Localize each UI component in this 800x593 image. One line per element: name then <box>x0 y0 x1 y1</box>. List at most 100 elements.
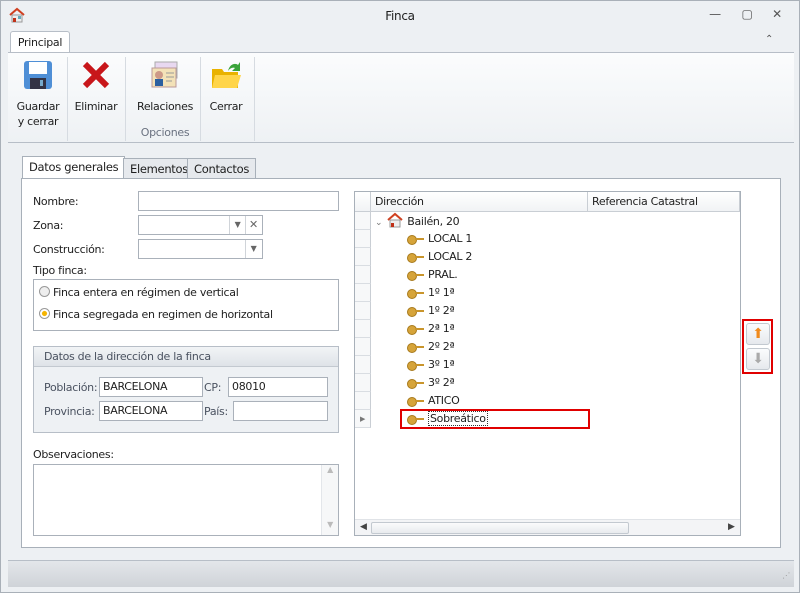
scroll-right-icon[interactable]: ▶ <box>728 522 735 532</box>
grid-corner <box>355 192 371 212</box>
poblacion-label: Población: <box>44 381 98 394</box>
column-header-referencia[interactable]: Referencia Catastral <box>588 192 740 212</box>
node-label: PRAL. <box>428 268 458 281</box>
node-label: LOCAL 1 <box>428 232 473 245</box>
key-icon <box>407 271 425 281</box>
tab-datos-generales[interactable]: Datos generales <box>22 156 126 179</box>
save-icon <box>24 61 52 89</box>
separator <box>200 57 201 141</box>
building-icon <box>387 212 403 228</box>
radio-vertical[interactable]: Finca entera en régimen de vertical <box>39 286 239 299</box>
key-icon <box>407 307 425 317</box>
guardar-y-cerrar-button[interactable]: Guardar y cerrar <box>12 59 64 129</box>
zona-select[interactable]: ▼ ✕ <box>138 215 263 235</box>
scroll-left-icon[interactable]: ◀ <box>360 522 367 532</box>
tree-node-item[interactable]: PRAL. <box>407 266 458 284</box>
separator <box>67 57 68 141</box>
tree-node-item[interactable]: 2º 2ª <box>407 338 455 356</box>
chevron-down-icon[interactable]: ▼ <box>245 240 261 258</box>
resize-grip-icon[interactable]: ⋰ <box>782 571 790 580</box>
clear-icon[interactable]: ✕ <box>245 216 261 234</box>
scrollbar-thumb[interactable] <box>371 522 629 534</box>
pais-input[interactable] <box>233 401 328 421</box>
tree-node-item[interactable]: Sobreático <box>400 409 590 429</box>
textarea-scrollbar[interactable]: ▲ ▼ <box>321 465 338 535</box>
move-down-button[interactable]: ⬇ <box>746 348 770 370</box>
move-up-button[interactable]: ⬆ <box>746 323 770 345</box>
title-bar: Finca — ▢ ✕ <box>1 1 799 31</box>
tree-node-item[interactable]: 2ª 1ª <box>407 320 455 338</box>
arrow-down-icon: ⬇ <box>752 351 764 367</box>
row-indicator[interactable] <box>355 230 371 248</box>
node-label: 3º 2ª <box>428 376 455 389</box>
chevron-down-icon[interactable]: ▼ <box>229 216 245 234</box>
separator <box>254 57 255 141</box>
row-indicator[interactable] <box>355 338 371 356</box>
key-icon <box>407 235 425 245</box>
node-label: LOCAL 2 <box>428 250 473 263</box>
group-label-opciones: Opciones <box>140 126 190 139</box>
node-label: 2ª 1ª <box>428 322 455 335</box>
cp-input[interactable]: 08010 <box>228 377 328 397</box>
tab-contactos[interactable]: Contactos <box>187 158 257 179</box>
key-icon <box>407 253 425 263</box>
separator <box>125 57 126 141</box>
tree-node-item[interactable]: LOCAL 2 <box>407 248 472 266</box>
tree-node-item[interactable]: ATICO <box>407 392 460 410</box>
node-label: 3º 1ª <box>428 358 455 371</box>
key-icon <box>407 397 425 407</box>
button-label: Guardar <box>16 100 60 113</box>
current-row-icon: ▶ <box>360 415 366 423</box>
row-indicator[interactable] <box>355 266 371 284</box>
relaciones-button[interactable]: Relaciones <box>132 59 198 114</box>
key-icon <box>407 325 425 335</box>
cerrar-button[interactable]: Cerrar <box>204 59 248 114</box>
expand-chevron-icon[interactable]: ⌄ <box>375 218 383 228</box>
key-icon <box>407 289 425 299</box>
tree-node-item[interactable]: LOCAL 1 <box>407 230 472 248</box>
row-indicator[interactable] <box>355 392 371 410</box>
horizontal-scrollbar[interactable]: ◀ ▶ <box>355 519 740 535</box>
row-indicator[interactable] <box>355 356 371 374</box>
ribbon: Guardar y cerrar Eliminar Relaciones Opci… <box>8 52 794 143</box>
open-folder-icon <box>212 62 241 88</box>
nombre-input[interactable] <box>138 191 339 211</box>
node-label: 2º 2ª <box>428 340 455 353</box>
row-indicator[interactable] <box>355 212 371 230</box>
provincia-input[interactable]: BARCELONA <box>99 401 203 421</box>
radio-label: Finca segregada en regimen de horizontal <box>53 308 273 321</box>
maximize-button[interactable]: ▢ <box>737 7 757 25</box>
poblacion-input[interactable]: BARCELONA <box>99 377 203 397</box>
radio-selected-icon <box>39 308 50 319</box>
eliminar-button[interactable]: Eliminar <box>70 59 122 114</box>
tree-node-item[interactable]: 3º 1ª <box>407 356 455 374</box>
row-indicator[interactable] <box>355 248 371 266</box>
row-indicator[interactable]: ▶ <box>355 410 371 428</box>
radio-horizontal[interactable]: Finca segregada en regimen de horizontal <box>39 308 273 321</box>
minimize-button[interactable]: — <box>705 7 725 25</box>
tree-node-item[interactable]: 1º 2ª <box>407 302 455 320</box>
observaciones-textarea[interactable] <box>33 464 339 536</box>
delete-x-icon <box>82 61 110 89</box>
row-indicator[interactable] <box>355 374 371 392</box>
tree-node-root[interactable]: ⌄ Bailén, 20 <box>375 212 460 230</box>
row-indicator[interactable] <box>355 284 371 302</box>
close-button[interactable]: ✕ <box>767 7 787 25</box>
row-indicator[interactable] <box>355 320 371 338</box>
tab-elementos[interactable]: Elementos <box>123 158 195 179</box>
tree-node-item[interactable]: 1º 1ª <box>407 284 455 302</box>
node-label: Bailén, 20 <box>407 215 460 228</box>
observaciones-label: Observaciones: <box>33 448 114 461</box>
ribbon-collapse-button[interactable]: ⌃ <box>765 34 773 45</box>
pais-label: País: <box>204 405 228 418</box>
button-label: Eliminar <box>74 100 118 113</box>
node-label: ATICO <box>428 394 460 407</box>
contact-cards-icon <box>151 61 178 88</box>
row-indicator[interactable] <box>355 302 371 320</box>
move-buttons-highlight: ⬆ ⬇ <box>742 319 773 374</box>
column-header-direccion[interactable]: Dirección <box>371 192 588 212</box>
ribbon-tab-principal[interactable]: Principal <box>10 31 70 53</box>
construccion-select[interactable]: ▼ <box>138 239 263 259</box>
key-icon <box>407 379 425 389</box>
tree-node-item[interactable]: 3º 2ª <box>407 374 455 392</box>
